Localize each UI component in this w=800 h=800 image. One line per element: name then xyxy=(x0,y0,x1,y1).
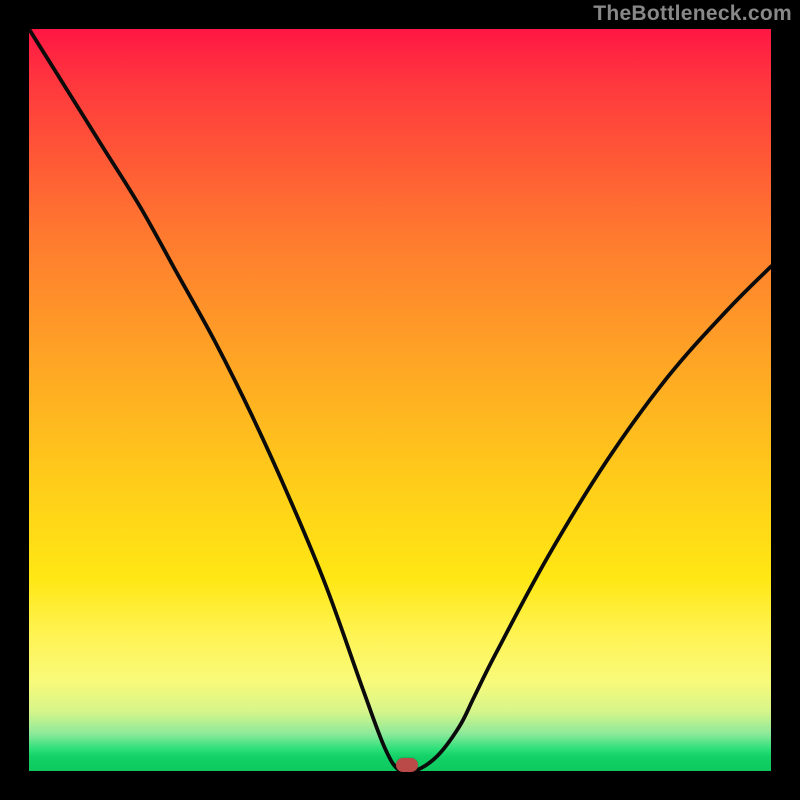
bottleneck-curve xyxy=(29,29,771,771)
chart-frame: TheBottleneck.com xyxy=(0,0,800,800)
plot-area xyxy=(29,29,771,771)
optimal-marker-icon xyxy=(396,758,418,772)
watermark-label: TheBottleneck.com xyxy=(593,2,792,26)
curve-layer xyxy=(29,29,771,771)
